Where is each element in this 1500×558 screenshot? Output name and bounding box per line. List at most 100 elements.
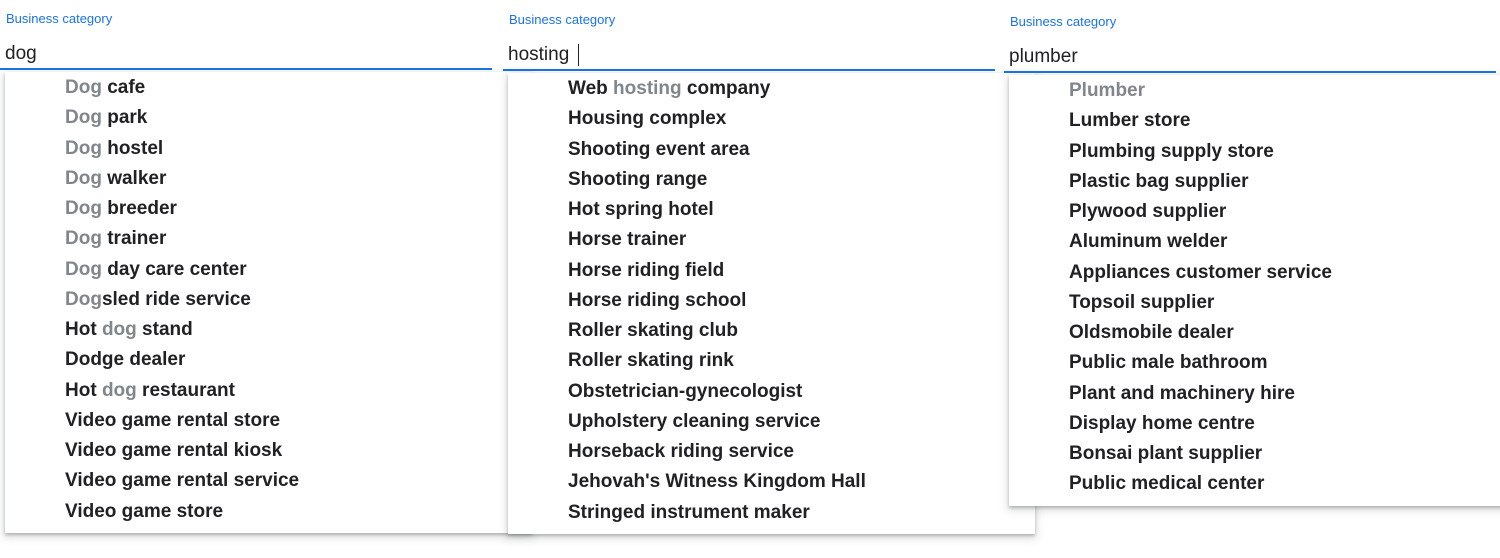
suggestion-item[interactable]: Stringed instrument maker: [548, 498, 1035, 528]
suggestion-item[interactable]: Roller skating club: [548, 316, 1035, 346]
suggestion-item[interactable]: Horse trainer: [548, 225, 1035, 255]
suggestion-text: Hot spring hotel: [568, 199, 714, 220]
suggestion-item[interactable]: Aluminum welder: [1049, 227, 1500, 257]
suggestion-text: Horse riding school: [568, 289, 747, 311]
suggestion-text: Horse riding field: [568, 259, 725, 281]
suggestion-item[interactable]: Obstetrician-gynecologist: [548, 377, 1035, 407]
suggestion-item[interactable]: Plumbing supply store: [1049, 137, 1500, 167]
suggestion-text: Obstetrician-gynecologist: [568, 380, 803, 402]
suggestion-item[interactable]: Horseback riding service: [548, 437, 1035, 467]
category-search-input[interactable]: [5, 42, 485, 66]
text-cursor: [578, 44, 579, 66]
category-search-input[interactable]: [508, 43, 988, 67]
suggestion-text: Video game rental store: [65, 409, 281, 431]
matched-text: Dog: [65, 198, 102, 219]
suggestion-text: walker: [101, 167, 167, 189]
suggestion-item[interactable]: Appliances customer service: [1049, 258, 1500, 288]
suggestion-text: Web: [568, 78, 614, 99]
matched-text: dog: [101, 379, 137, 401]
suggestion-text: Lumber store: [1069, 110, 1191, 132]
suggestion-text: Shooting range: [568, 168, 708, 190]
suggestion-text: Video game rental kiosk: [65, 440, 283, 461]
suggestion-text: company: [681, 78, 771, 99]
suggestion-item[interactable]: Dog day care center: [45, 255, 532, 285]
suggestion-text: Video game rental service: [65, 470, 300, 492]
suggestion-text: Bonsai plant supplier: [1069, 443, 1263, 464]
suggestion-text: Stringed instrument maker: [568, 501, 810, 523]
suggestion-text: Plant and machinery hire: [1069, 382, 1295, 404]
suggestion-item[interactable]: Dog hostel: [45, 134, 532, 164]
suggestion-item[interactable]: Shooting event area: [548, 135, 1035, 165]
suggestion-item[interactable]: Jehovah's Witness Kingdom Hall: [548, 467, 1035, 497]
suggestion-text: Roller skating club: [568, 320, 738, 341]
matched-text: Dog: [65, 77, 102, 98]
suggestion-text: Oldsmobile dealer: [1069, 322, 1234, 343]
suggestion-text: Housing complex: [568, 108, 727, 130]
suggestion-item[interactable]: Oldsmobile dealer: [1049, 318, 1500, 348]
suggestion-item[interactable]: Dogsled ride service: [45, 285, 532, 315]
suggestion-item[interactable]: Bonsai plant supplier: [1049, 439, 1500, 469]
matched-text: Dog: [65, 258, 102, 280]
suggestion-item[interactable]: Lumber store: [1049, 106, 1500, 136]
suggestion-item[interactable]: Video game rental service: [45, 466, 532, 496]
suggestion-item[interactable]: Shooting range: [548, 165, 1035, 195]
suggestion-text: Public male bathroom: [1069, 352, 1268, 374]
suggestion-item[interactable]: Upholstery cleaning service: [548, 407, 1035, 437]
suggestion-text: Display home centre: [1069, 412, 1255, 434]
suggestion-item[interactable]: Roller skating rink: [548, 346, 1035, 376]
suggestion-item[interactable]: Plumber: [1049, 76, 1500, 106]
suggestion-item[interactable]: Hot dog stand: [45, 315, 532, 345]
suggestion-item[interactable]: Public medical center: [1049, 469, 1500, 499]
suggestion-text: trainer: [101, 228, 167, 250]
suggestion-item[interactable]: Dog trainer: [45, 224, 532, 254]
suggestion-item[interactable]: Horse riding school: [548, 286, 1035, 316]
matched-text: dog: [101, 319, 137, 340]
suggestion-item[interactable]: Plastic bag supplier: [1049, 167, 1500, 197]
category-search-input[interactable]: [1009, 45, 1489, 69]
suggestion-text: Hot: [65, 379, 102, 401]
suggestion-text: day care center: [101, 258, 247, 280]
suggestion-text: restaurant: [136, 379, 235, 401]
suggestion-item[interactable]: Dog park: [45, 103, 532, 133]
suggestion-item[interactable]: Hot spring hotel: [548, 195, 1035, 225]
suggestion-item[interactable]: Dog walker: [45, 164, 532, 194]
suggestion-item[interactable]: Topsoil supplier: [1049, 288, 1500, 318]
suggestion-text: Video game store: [65, 500, 224, 522]
suggestion-item[interactable]: Display home centre: [1049, 409, 1500, 439]
suggestion-text: Topsoil supplier: [1069, 291, 1215, 313]
suggestion-text: Jehovah's Witness Kingdom Hall: [568, 471, 866, 493]
suggestion-text: cafe: [101, 77, 146, 98]
suggestion-item[interactable]: Video game rental store: [45, 406, 532, 436]
suggestion-text: park: [101, 107, 148, 129]
suggestion-text: stand: [136, 319, 193, 340]
suggestion-text: Horseback riding service: [568, 441, 794, 462]
field-label: Business category: [509, 12, 616, 27]
suggestion-item[interactable]: Plant and machinery hire: [1049, 379, 1500, 409]
suggestion-text: Public medical center: [1069, 473, 1265, 495]
suggestion-list: Dog cafe Dog park Dog hostel Dog walker Dog …: [5, 72, 532, 533]
matched-text: Dog: [65, 288, 102, 310]
matched-text: Plumber: [1069, 80, 1146, 101]
input-underline: [1004, 71, 1496, 73]
suggestion-text: sled ride service: [101, 288, 251, 310]
suggestion-text: Plastic bag supplier: [1069, 170, 1249, 192]
suggestion-item[interactable]: Dog breeder: [45, 194, 532, 224]
suggestion-item[interactable]: Web hosting company: [548, 74, 1035, 104]
suggestion-item[interactable]: Plywood supplier: [1049, 197, 1500, 227]
suggestion-text: Plumbing supply store: [1069, 140, 1274, 162]
suggestion-item[interactable]: Hot dog restaurant: [45, 376, 532, 406]
suggestion-item[interactable]: Video game store: [45, 497, 532, 527]
suggestion-text: Upholstery cleaning service: [568, 410, 821, 432]
suggestion-item[interactable]: Dodge dealer: [45, 345, 532, 375]
suggestion-text: Roller skating rink: [568, 350, 734, 372]
suggestion-text: Dodge dealer: [65, 349, 186, 371]
suggestion-item[interactable]: Public male bathroom: [1049, 348, 1500, 378]
suggestion-item[interactable]: Dog cafe: [45, 73, 532, 103]
matched-text: Dog: [65, 228, 102, 250]
suggestion-item[interactable]: Housing complex: [548, 104, 1035, 134]
matched-text: Dog: [65, 137, 102, 159]
matched-text: Dog: [65, 167, 102, 189]
suggestion-item[interactable]: Video game rental kiosk: [45, 436, 532, 466]
suggestion-item[interactable]: Horse riding field: [548, 256, 1035, 286]
field-label: Business category: [6, 11, 113, 26]
